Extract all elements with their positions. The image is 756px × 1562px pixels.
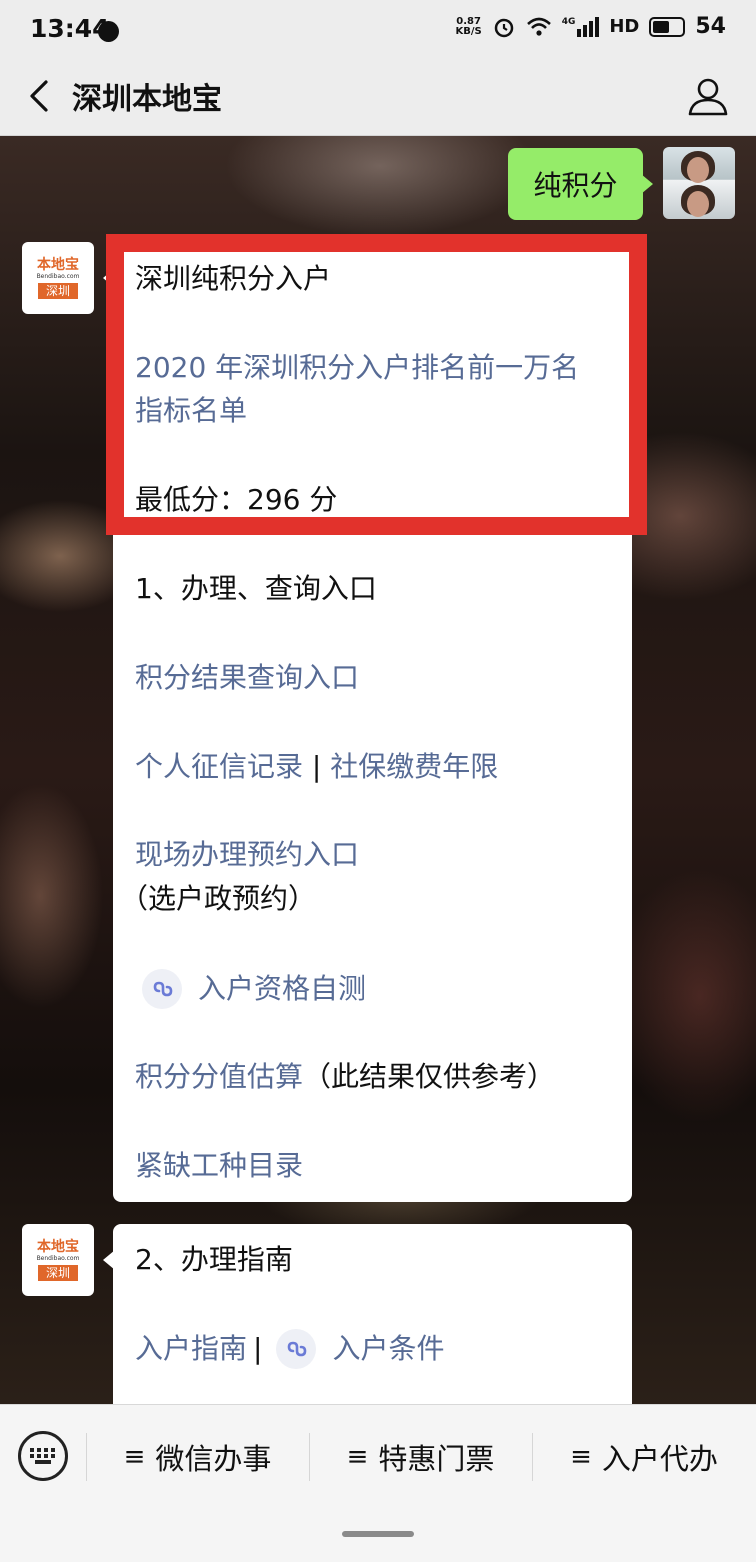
ranking-list-link[interactable]: 2020 年深圳积分入户排名前一万名	[135, 347, 579, 389]
section-title-entry: 1、办理、查询入口	[135, 572, 377, 605]
estimate-note: （此结果仅供参考）	[303, 1060, 556, 1093]
menu-discount-tickets[interactable]: ≡ 特惠门票	[309, 1429, 532, 1485]
menu-list-icon: ≡	[570, 1442, 592, 1472]
keyboard-toggle-icon[interactable]	[18, 1431, 68, 1481]
cell-signal-icon: 4G	[562, 16, 600, 37]
wifi-icon	[526, 17, 551, 36]
sent-message-text: 纯积分	[533, 169, 618, 202]
guide-row: 入户指南 | 入户条件	[135, 1328, 444, 1370]
alarm-icon	[494, 18, 513, 37]
mini-program-icon	[142, 969, 182, 1009]
notification-dot-icon	[98, 21, 119, 42]
battery-level: 54	[695, 14, 726, 39]
my-avatar[interactable]	[663, 147, 735, 219]
menu-settlement-agency[interactable]: ≡ 入户代办	[532, 1429, 756, 1485]
status-bar: 13:44 0.87 KB/S 4G HD 54	[0, 0, 756, 62]
bot-avatar[interactable]: 本地宝 Bendibao.com 深圳	[22, 242, 94, 314]
nav-bar: 深圳本地宝	[0, 62, 756, 136]
chat-area[interactable]: 纯积分 本地宝 Bendibao.com 深圳 深圳纯积分入户 2020 年深圳…	[0, 136, 756, 1404]
network-speed: 0.87 KB/S	[455, 15, 482, 37]
social-security-link[interactable]: 社保缴费年限	[330, 750, 498, 783]
back-arrow-icon[interactable]	[22, 76, 62, 116]
bottom-menu-bar: ≡ 微信办事 ≡ 特惠门票 ≡ 入户代办	[0, 1404, 756, 1562]
bot-avatar[interactable]: 本地宝 Bendibao.com 深圳	[22, 1224, 94, 1296]
appointment-link[interactable]: 现场办理预约入口	[135, 834, 359, 876]
menu-wechat-services[interactable]: ≡ 微信办事	[86, 1429, 309, 1485]
menu-list-icon: ≡	[346, 1442, 369, 1472]
credit-social-row: 个人征信记录 | 社保缴费年限	[135, 746, 498, 788]
min-score-text: 最低分：296 分	[135, 483, 338, 516]
home-indicator[interactable]	[342, 1531, 414, 1537]
section-title-guide: 2、办理指南	[135, 1243, 293, 1276]
chat-title: 深圳本地宝	[72, 82, 222, 117]
result-query-link[interactable]: 积分结果查询入口	[135, 657, 359, 699]
estimate-row: 积分分值估算（此结果仅供参考）	[135, 1056, 555, 1098]
appointment-note: （选户政预约）	[120, 882, 317, 915]
status-icons: 0.87 KB/S 4G HD 54	[455, 14, 726, 39]
ranking-list-link-line2[interactable]: 指标名单	[135, 390, 247, 432]
card-title: 深圳纯积分入户	[135, 262, 332, 295]
separator: |	[311, 750, 322, 783]
shortage-jobs-link[interactable]: 紧缺工种目录	[135, 1145, 303, 1187]
settle-conditions-link[interactable]: 入户条件	[332, 1328, 444, 1370]
user-profile-icon[interactable]	[686, 74, 730, 118]
mini-program-icon	[276, 1329, 317, 1369]
separator: |	[253, 1332, 263, 1365]
credit-record-link[interactable]: 个人征信记录	[135, 750, 303, 783]
score-estimate-link[interactable]: 积分分值估算	[135, 1060, 303, 1093]
self-test-row[interactable]: 入户资格自测	[142, 968, 366, 1010]
sent-message-bubble[interactable]: 纯积分	[508, 148, 653, 220]
menu-list-icon: ≡	[123, 1442, 146, 1472]
battery-icon	[649, 16, 686, 37]
hd-voice-icon: HD	[609, 16, 640, 37]
settle-guide-link[interactable]: 入户指南	[135, 1328, 247, 1370]
self-test-link[interactable]: 入户资格自测	[198, 968, 366, 1010]
